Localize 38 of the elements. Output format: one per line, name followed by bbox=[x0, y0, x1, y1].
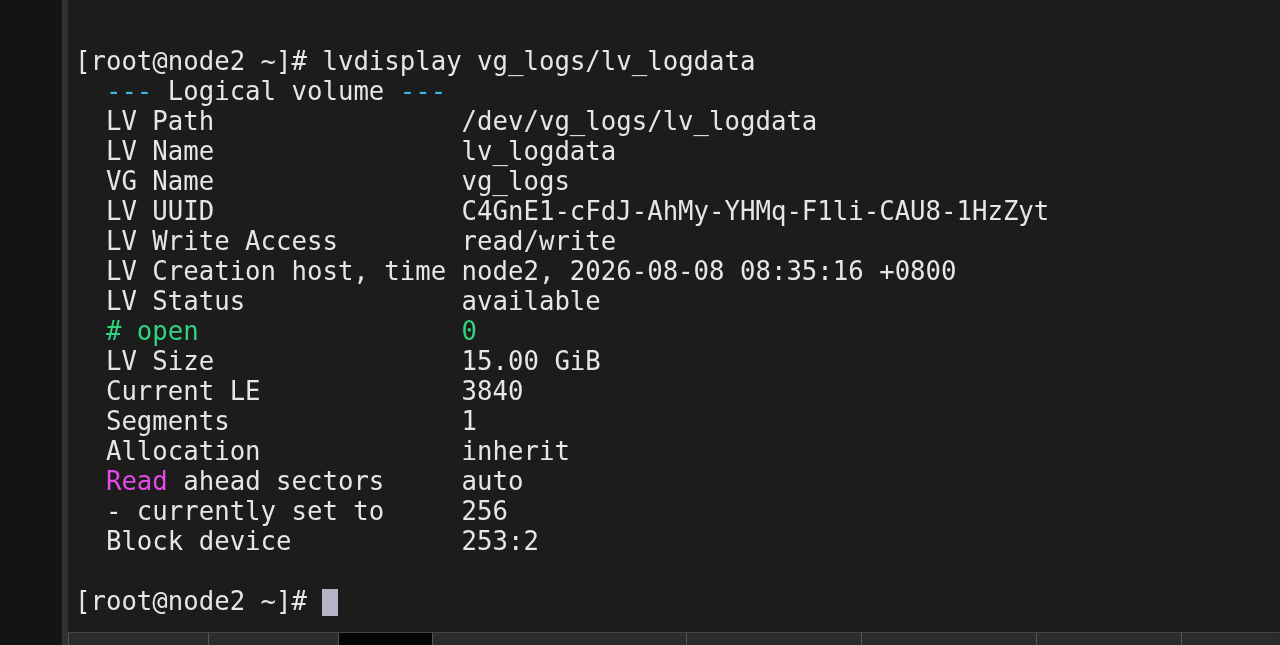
field-value: node2, 2026-08-08 08:35:16 +0800 bbox=[461, 256, 957, 286]
field-value: C4GnE1-cFdJ-AhMy-YHMq-F1li-CAU8-1HzZyt bbox=[461, 196, 1050, 226]
field-label: LV Name bbox=[105, 136, 215, 166]
field-value: available bbox=[461, 286, 601, 316]
field-label: Read bbox=[105, 466, 168, 496]
field-label: LV Write Access bbox=[105, 226, 338, 256]
field-label: ahead sectors bbox=[183, 466, 385, 496]
dash-marker: --- bbox=[399, 76, 447, 106]
field-label: LV Path bbox=[105, 106, 215, 136]
field-value: vg_logs bbox=[461, 166, 570, 196]
field-label: LV Size bbox=[105, 346, 215, 376]
field-label: LV Creation host, time bbox=[105, 256, 447, 286]
field-label: - currently set to bbox=[105, 496, 385, 526]
field-label: LV UUID bbox=[105, 196, 215, 226]
field-label: Block device bbox=[105, 526, 292, 556]
field-value: lv_logdata bbox=[461, 136, 617, 166]
field-label: LV Status bbox=[105, 286, 246, 316]
shell-prompt: [root@node2 ~]# bbox=[75, 46, 307, 76]
command-text: lvdisplay vg_logs/lv_logdata bbox=[322, 46, 756, 76]
field-value: 0 bbox=[461, 316, 478, 346]
field-value: 15.00 GiB bbox=[461, 346, 601, 376]
field-value: 3840 bbox=[461, 376, 524, 406]
field-label: Segments bbox=[105, 406, 230, 436]
dash-marker: --- bbox=[105, 76, 153, 106]
field-label: VG Name bbox=[105, 166, 215, 196]
taskbar-button[interactable] bbox=[338, 633, 432, 645]
field-value: /dev/vg_logs/lv_logdata bbox=[461, 106, 818, 136]
field-label: # open bbox=[105, 316, 199, 346]
field-value: read/write bbox=[461, 226, 617, 256]
field-value: inherit bbox=[461, 436, 570, 466]
section-title: Logical volume bbox=[167, 76, 385, 106]
field-value: 1 bbox=[461, 406, 478, 436]
field-value: auto bbox=[461, 466, 524, 496]
field-label: Allocation bbox=[105, 436, 261, 466]
shell-prompt: [root@node2 ~]# bbox=[75, 586, 307, 616]
field-value: 253:2 bbox=[461, 526, 539, 556]
field-label: Current LE bbox=[105, 376, 261, 406]
field-value: 256 bbox=[461, 496, 508, 526]
